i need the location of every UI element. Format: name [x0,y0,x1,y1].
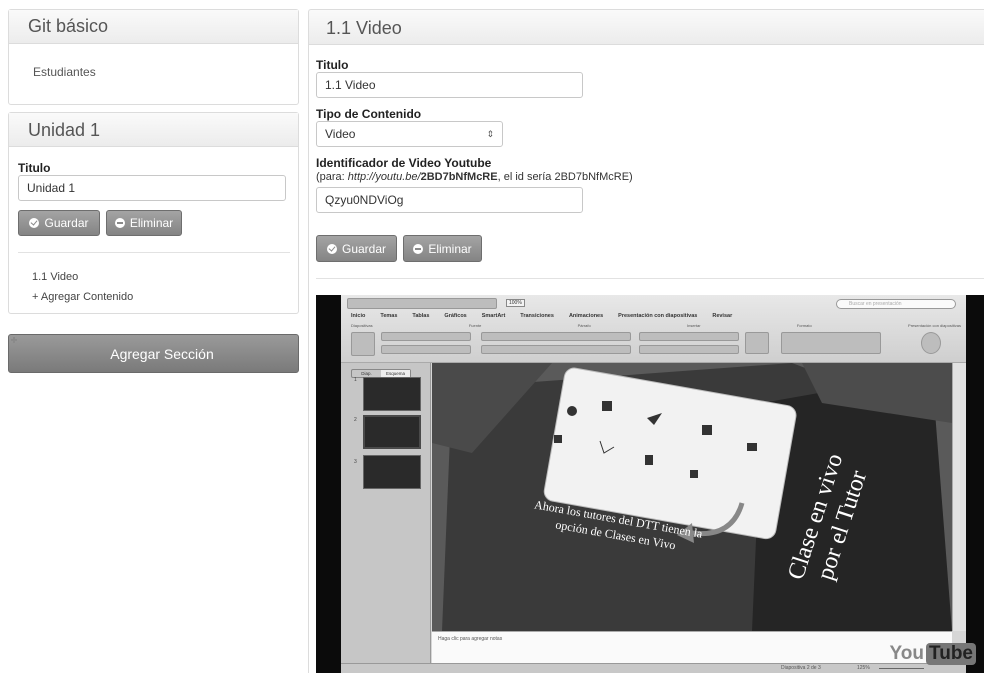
font-controls [481,332,631,341]
ribbon-group: Presentación con diapositivas [908,323,961,328]
youtube-logo-tube: Tube [926,643,976,665]
vertical-scrollbar [952,363,966,631]
sidebar-tab: Diap. [361,371,372,376]
hint-suffix: , el id sería 2BD7bNfMcRE) [497,171,633,183]
slide-thumbnail [363,415,421,449]
slide-canvas: Clase en vivo por el Tutor Ahora los tut… [432,363,952,631]
divider [18,252,290,253]
youtube-logo: You Tube [890,643,976,665]
notes-pane: Haga clic para agregar notas [432,631,952,663]
check-circle-icon [29,218,40,228]
ribbon-tab: Animaciones [568,313,604,319]
ribbon-tab: Presentación con diapositivas [618,313,698,319]
new-slide-icon [351,332,375,356]
ribbon-group: Párrafo [577,323,591,328]
content-item-video[interactable]: 1.1 Video [32,271,78,283]
powerpoint-window: 100% Buscar en presentación Inicio Temas… [341,295,966,673]
format-controls [781,332,881,354]
status-slide-count: Diapositiva 2 de 3 [781,665,821,671]
content-save-button[interactable]: Guardar [316,235,397,262]
paragraph-controls [639,332,739,341]
content-title-label: Titulo [316,58,349,72]
youtube-video-player[interactable]: 100% Buscar en presentación Inicio Temas… [316,295,984,673]
hint-id: 2BD7bNfMcRE [420,171,498,183]
ribbon-tab: SmartArt [481,313,506,319]
ribbon-tab: Tablas [412,313,430,319]
ribbon-group: Diapositivas [351,323,373,328]
ribbon-group-labels: Diapositivas Fuente Párrafo Insertar For… [351,323,961,328]
search-box: Buscar en presentación [836,299,956,309]
sidebar-tab: Esquema [381,370,410,377]
plus-circle-icon [93,348,104,359]
paragraph-align-controls [639,345,739,354]
add-section-label: Agregar Sección [110,345,214,362]
content-save-label: Guardar [341,241,387,256]
ribbon-tabs: Inicio Temas Tablas Gráficos SmartArt Tr… [351,313,732,319]
ribbon-tab: Gráficos [444,313,467,319]
unit-title-input[interactable]: Unidad 1 [18,175,286,201]
ribbon-tab: Transiciones [520,313,554,319]
divider [316,278,984,279]
insert-controls [745,332,769,354]
zoom-slider [879,668,924,669]
unit-delete-label: Eliminar [129,216,174,230]
quick-access-toolbar [347,298,497,309]
youtube-id-label: Identificador de Video Youtube [316,156,492,170]
minus-circle-icon [114,218,125,228]
add-section-button[interactable]: Agregar Sección [8,334,299,373]
ribbon-tab: Revisar [712,313,733,319]
youtube-id-input[interactable]: Qzyu0NDViOg [316,187,583,213]
unit-save-button[interactable]: Guardar [18,210,100,236]
zoom-box: 100% [506,299,525,307]
thumb-number: 1 [354,377,357,383]
select-arrows-icon: ⇕ [486,129,494,139]
slide-thumbnail [363,455,421,489]
unit-save-label: Guardar [44,216,89,230]
thumb-number: 3 [354,459,357,465]
ribbon-group: Insertar [687,323,701,328]
slide-sidebar: Diap. Esquema 1 2 3 [341,363,431,663]
students-link[interactable]: Estudiantes [33,65,96,79]
unit-heading: Unidad 1 [9,113,298,147]
hint-prefix: (para: [316,171,348,183]
unit-title-label: Titulo [18,161,51,175]
course-title: Git básico [9,10,298,44]
status-zoom: 125% [857,665,870,671]
unit-delete-button[interactable]: Eliminar [106,210,182,236]
slide-thumbnail [363,377,421,411]
layout-control [381,332,471,341]
status-bar: Diapositiva 2 de 3 125% [341,663,966,673]
section-control [381,345,471,354]
minus-circle-icon [413,243,424,254]
content-heading: 1.1 Video [308,9,984,45]
ribbon-tab: Temas [380,313,398,319]
content-title-input[interactable]: 1.1 Video [316,72,583,98]
hint-url: http://youtu.be/ [347,171,421,183]
youtube-logo-you: You [889,643,925,664]
thumb-number: 2 [354,417,357,423]
content-type-select[interactable]: Video ⇕ [316,121,503,147]
add-content-link[interactable]: + Agregar Contenido [32,291,133,303]
font-format-controls [481,345,631,354]
content-type-label: Tipo de Contenido [316,107,422,121]
check-circle-icon [326,243,337,254]
ribbon-tab: Inicio [351,313,366,319]
ribbon: 100% Buscar en presentación Inicio Temas… [341,295,966,363]
youtube-id-hint: (para: http://youtu.be/2BD7bNfMcRE, el i… [316,171,633,183]
content-type-value: Video [325,127,356,141]
course-panel: Git básico Estudiantes [8,9,299,105]
ribbon-group: Fuente [468,323,482,328]
ribbon-group: Formato [796,323,812,328]
content-delete-button[interactable]: Eliminar [403,235,482,262]
content-delete-label: Eliminar [428,241,472,256]
play-icon [921,332,941,354]
